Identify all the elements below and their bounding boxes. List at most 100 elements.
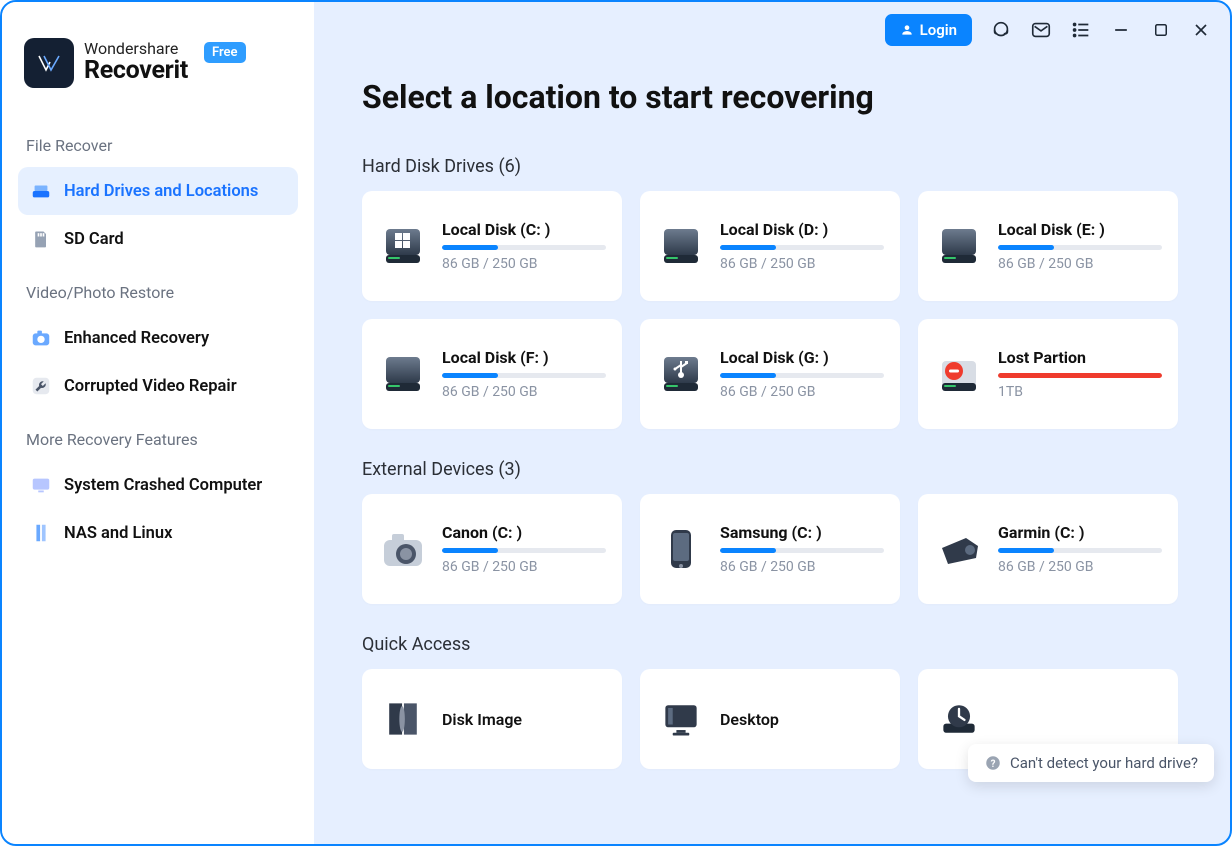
usage-fill: [442, 548, 498, 553]
sidebar-item-corrupted[interactable]: Corrupted Video Repair: [18, 362, 298, 410]
app-window: Wondershare Recoverit Free File Recover H…: [0, 0, 1232, 846]
section-title: Quick Access: [362, 634, 1182, 655]
card-grid: Canon (C: )86 GB / 250 GB Samsung (C: ) 86…: [362, 494, 1182, 604]
brand-logo-icon: [24, 38, 74, 88]
card-title: Local Disk (E: ): [998, 220, 1162, 239]
drive-card[interactable]: Local Disk (C: ) 86 GB / 250 GB: [362, 191, 622, 301]
card-body: Samsung (C: ) 86 GB / 250 GB: [720, 523, 884, 575]
login-label: Login: [920, 21, 957, 39]
mail-icon[interactable]: [1030, 19, 1052, 41]
drive-card[interactable]: Disk Image: [362, 669, 622, 769]
drive-card[interactable]: Local Disk (D: ) 86 GB / 250 GB: [640, 191, 900, 301]
card-sub: 86 GB / 250 GB: [720, 256, 884, 272]
card-title: Disk Image: [442, 710, 606, 729]
minimize-icon[interactable]: [1110, 19, 1132, 41]
section-hdd: Hard Disk Drives (6) Local Disk (C: )86 …: [362, 156, 1182, 429]
usage-bar: [720, 245, 884, 250]
wrench-icon: [30, 375, 52, 397]
usage-fill: [720, 245, 776, 250]
svg-text:?: ?: [991, 759, 996, 770]
sidebar-item-enhanced[interactable]: Enhanced Recovery: [18, 314, 298, 362]
disk-image-icon: [378, 694, 428, 744]
section-title: External Devices (3): [362, 459, 1182, 480]
drive-card[interactable]: Desktop: [640, 669, 900, 769]
page-title: Select a location to start recovering: [362, 78, 1182, 116]
brand-text: Wondershare Recoverit: [84, 41, 188, 84]
camera-dev-icon: [378, 524, 428, 574]
main-panel: Login Select a location to start recov: [314, 2, 1230, 844]
usb-drive-icon: [656, 349, 706, 399]
nav-sections: File Recover Hard Drives and Locations SD …: [18, 116, 298, 557]
close-icon[interactable]: [1190, 19, 1212, 41]
nav-section-label: File Recover: [18, 116, 298, 167]
drive-icon: [378, 349, 428, 399]
drive-card[interactable]: Local Disk (F: )86 GB / 250 GB: [362, 319, 622, 429]
usage-bar: [442, 548, 606, 553]
usage-fill: [442, 245, 498, 250]
sidebar-item-nas[interactable]: NAS and Linux: [18, 509, 298, 557]
drive-icon: [30, 180, 52, 202]
sidebar: Wondershare Recoverit Free File Recover H…: [2, 2, 314, 844]
login-button[interactable]: Login: [885, 14, 972, 46]
card-sub: 86 GB / 250 GB: [442, 384, 606, 400]
desktop-icon: [656, 694, 706, 744]
help-icon: ?: [984, 754, 1002, 772]
card-title: Garmin (C: ): [998, 523, 1162, 542]
lost-drive-icon: [934, 349, 984, 399]
sidebar-item-sd-card[interactable]: SD Card: [18, 215, 298, 263]
user-icon: [900, 23, 914, 37]
card-sub: 86 GB / 250 GB: [998, 559, 1162, 575]
card-title: Local Disk (G: ): [720, 348, 884, 367]
nav-item-label: System Crashed Computer: [64, 476, 262, 495]
section-ext: External Devices (3) Canon (C: )86 GB / 2…: [362, 459, 1182, 604]
card-body: Desktop: [720, 710, 884, 729]
card-sub: 86 GB / 250 GB: [720, 384, 884, 400]
card-title: Lost Partion: [998, 348, 1162, 367]
win-drive-icon: [378, 221, 428, 271]
nav-item-label: Hard Drives and Locations: [64, 182, 258, 201]
card-body: Canon (C: )86 GB / 250 GB: [442, 523, 606, 575]
phone-icon: [656, 524, 706, 574]
card-sub: 86 GB / 250 GB: [720, 559, 884, 575]
card-body: Local Disk (E: )86 GB / 250 GB: [998, 220, 1162, 272]
maximize-icon[interactable]: [1150, 19, 1172, 41]
nav-section-label: More Recovery Features: [18, 410, 298, 461]
usage-fill: [998, 245, 1054, 250]
card-title: Local Disk (D: ): [720, 220, 884, 239]
drive-card[interactable]: Samsung (C: ) 86 GB / 250 GB: [640, 494, 900, 604]
drive-card[interactable]: Canon (C: )86 GB / 250 GB: [362, 494, 622, 604]
card-sub: 1TB: [998, 384, 1162, 400]
usage-bar: [442, 245, 606, 250]
drive-card[interactable]: Garmin (C: ) 86 GB / 250 GB: [918, 494, 1178, 604]
server-icon: [30, 522, 52, 544]
usage-bar: [998, 245, 1162, 250]
card-sub: 86 GB / 250 GB: [442, 559, 606, 575]
sd-icon: [30, 228, 52, 250]
card-body: Local Disk (F: )86 GB / 250 GB: [442, 348, 606, 400]
sidebar-item-hard-drives[interactable]: Hard Drives and Locations: [18, 167, 298, 215]
card-title: Local Disk (C: ): [442, 220, 606, 239]
usage-bar: [998, 548, 1162, 553]
nav-item-label: SD Card: [64, 230, 124, 249]
drive-card[interactable]: Local Disk (G: ) 86 GB / 250 GB: [640, 319, 900, 429]
usage-bar: [442, 373, 606, 378]
dashcam-icon: [934, 524, 984, 574]
card-sub: 86 GB / 250 GB: [442, 256, 606, 272]
drive-card[interactable]: Local Disk (E: )86 GB / 250 GB: [918, 191, 1178, 301]
help-text: Can't detect your hard drive?: [1010, 754, 1198, 772]
usage-fill: [442, 373, 498, 378]
usage-bar: [720, 548, 884, 553]
usage-fill: [720, 373, 776, 378]
content: Select a location to start recovering Ha…: [314, 2, 1230, 769]
time-machine-icon: [934, 694, 984, 744]
drive-icon: [656, 221, 706, 271]
card-body: Local Disk (C: ) 86 GB / 250 GB: [442, 220, 606, 272]
list-icon[interactable]: [1070, 19, 1092, 41]
sidebar-item-crashed[interactable]: System Crashed Computer: [18, 461, 298, 509]
support-icon[interactable]: [990, 19, 1012, 41]
help-pill[interactable]: ? Can't detect your hard drive?: [968, 744, 1214, 782]
usage-fill: [998, 373, 1162, 378]
card-title: Samsung (C: ): [720, 523, 884, 542]
free-badge: Free: [204, 42, 246, 63]
drive-card[interactable]: Lost Partion 1TB: [918, 319, 1178, 429]
